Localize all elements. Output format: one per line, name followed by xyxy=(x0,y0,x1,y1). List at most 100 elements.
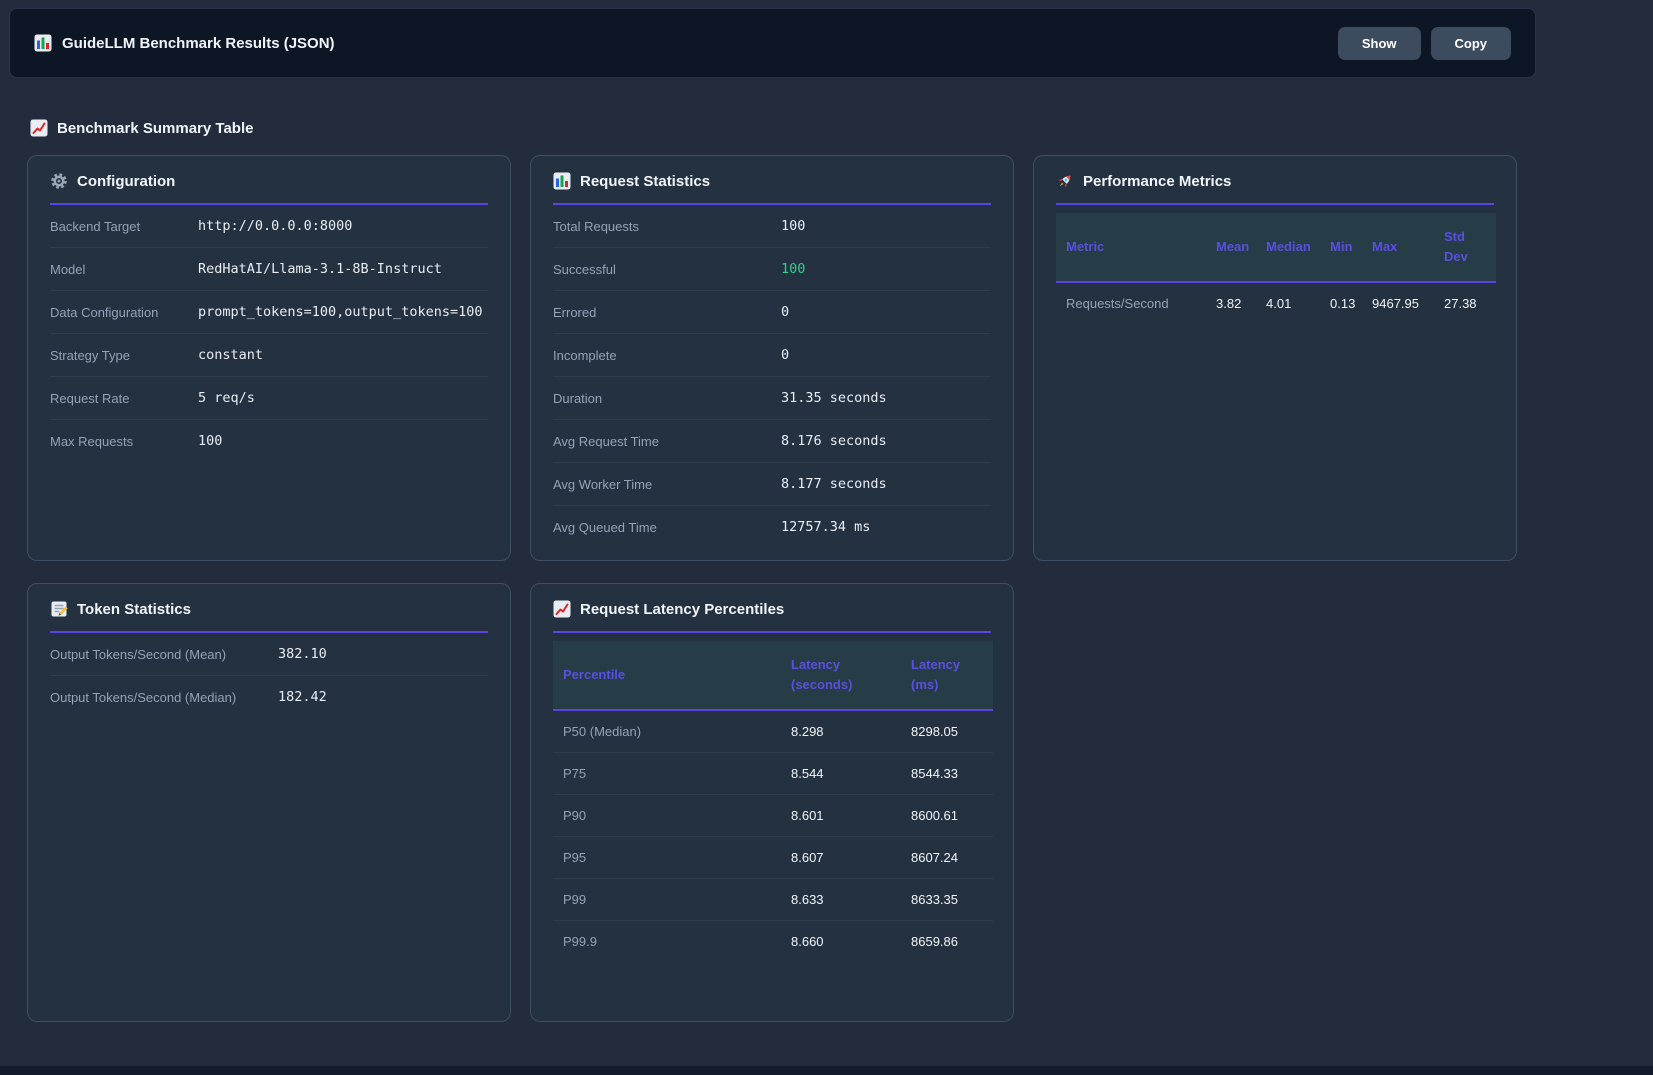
table-header-row: Percentile Latency (seconds) Latency (ms… xyxy=(553,641,993,710)
latency-ms-cell: 8607.24 xyxy=(901,837,993,879)
empty-grid-cell xyxy=(1033,583,1517,1022)
card-title: Request Latency Percentiles xyxy=(580,601,784,618)
card-title: Request Statistics xyxy=(580,173,710,190)
stat-label: Errored xyxy=(553,305,781,320)
token-statistics-card-header: Token Statistics xyxy=(50,600,488,633)
mean-cell: 3.82 xyxy=(1206,282,1256,324)
stat-label: Avg Request Time xyxy=(553,434,781,449)
stat-value-success: 100 xyxy=(781,261,805,277)
percentile-cell: P50 (Median) xyxy=(553,710,781,753)
latency-percentiles-card: Request Latency Percentiles Percentile L… xyxy=(530,583,1014,1022)
median-cell: 4.01 xyxy=(1256,282,1320,324)
column-header-percentile: Percentile xyxy=(553,641,781,710)
performance-metrics-card-header: Performance Metrics xyxy=(1056,172,1494,205)
table-row-p50: P50 (Median) 8.298 8298.05 xyxy=(553,710,993,753)
results-header-bar: GuideLLM Benchmark Results (JSON) Show C… xyxy=(9,8,1536,78)
card-title: Configuration xyxy=(77,173,175,190)
stat-value: RedHatAI/Llama-3.1-8B-Instruct xyxy=(198,261,442,277)
column-header-mean: Mean xyxy=(1206,213,1256,282)
stat-row-model: Model RedHatAI/Llama-3.1-8B-Instruct xyxy=(50,248,488,291)
request-statistics-card-header: Request Statistics xyxy=(553,172,991,205)
stat-value: constant xyxy=(198,347,263,363)
stat-row-data-configuration: Data Configuration prompt_tokens=100,out… xyxy=(50,291,488,334)
column-header-std-dev: Std Dev xyxy=(1434,213,1496,282)
stat-row-output-tokens-median: Output Tokens/Second (Median) 182.42 xyxy=(50,676,488,718)
gear-icon xyxy=(50,172,68,190)
metric-name-cell: Requests/Second xyxy=(1056,282,1206,324)
stat-row-avg-worker-time: Avg Worker Time 8.177 seconds xyxy=(553,463,991,506)
request-statistics-card: Request Statistics Total Requests 100 Su… xyxy=(530,155,1014,561)
stat-label: Strategy Type xyxy=(50,348,198,363)
stat-value: 0 xyxy=(781,347,789,363)
chart-increasing-icon xyxy=(553,600,571,618)
latency-seconds-cell: 8.607 xyxy=(781,837,901,879)
stat-row-duration: Duration 31.35 seconds xyxy=(553,377,991,420)
percentile-cell: P90 xyxy=(553,795,781,837)
stat-value: 31.35 seconds xyxy=(781,390,887,406)
latency-seconds-cell: 8.544 xyxy=(781,753,901,795)
performance-metrics-card: Performance Metrics Metric Mean Median M… xyxy=(1033,155,1517,561)
latency-seconds-cell: 8.298 xyxy=(781,710,901,753)
bottom-strip xyxy=(0,1066,1653,1075)
stat-value: 8.176 seconds xyxy=(781,433,887,449)
stat-label: Output Tokens/Second (Median) xyxy=(50,690,278,705)
latency-percentiles-table: Percentile Latency (seconds) Latency (ms… xyxy=(553,641,993,962)
stat-value: 100 xyxy=(198,433,222,449)
stat-label: Max Requests xyxy=(50,434,198,449)
bar-chart-icon xyxy=(553,172,571,190)
table-row-p95: P95 8.607 8607.24 xyxy=(553,837,993,879)
stat-value: 12757.34 ms xyxy=(781,519,870,535)
stat-value: 382.10 xyxy=(278,646,327,662)
memo-icon xyxy=(50,600,68,618)
stat-row-incomplete: Incomplete 0 xyxy=(553,334,991,377)
section-heading: Benchmark Summary Table xyxy=(30,119,253,137)
stat-label: Data Configuration xyxy=(50,305,198,320)
section-title: Benchmark Summary Table xyxy=(57,120,253,137)
column-header-metric: Metric xyxy=(1056,213,1206,282)
stat-value: http://0.0.0.0:8000 xyxy=(198,218,352,234)
bar-chart-icon xyxy=(34,34,52,52)
column-header-min: Min xyxy=(1320,213,1362,282)
stat-row-max-requests: Max Requests 100 xyxy=(50,420,488,462)
stat-row-avg-queued-time: Avg Queued Time 12757.34 ms xyxy=(553,506,991,548)
stat-label: Avg Worker Time xyxy=(553,477,781,492)
stat-row-successful: Successful 100 xyxy=(553,248,991,291)
token-statistics-card: Token Statistics Output Tokens/Second (M… xyxy=(27,583,511,1022)
latency-ms-cell: 8659.86 xyxy=(901,921,993,963)
std-dev-cell: 27.38 xyxy=(1434,282,1496,324)
page-title: GuideLLM Benchmark Results (JSON) xyxy=(62,35,335,52)
latency-ms-cell: 8298.05 xyxy=(901,710,993,753)
min-cell: 0.13 xyxy=(1320,282,1362,324)
card-title: Performance Metrics xyxy=(1083,173,1231,190)
copy-button[interactable]: Copy xyxy=(1431,27,1512,60)
latency-ms-cell: 8600.61 xyxy=(901,795,993,837)
table-header-row: Metric Mean Median Min Max Std Dev xyxy=(1056,213,1496,282)
latency-seconds-cell: 8.601 xyxy=(781,795,901,837)
stat-row-backend-target: Backend Target http://0.0.0.0:8000 xyxy=(50,205,488,248)
stat-value: 5 req/s xyxy=(198,390,255,406)
stat-label: Incomplete xyxy=(553,348,781,363)
latency-seconds-cell: 8.660 xyxy=(781,921,901,963)
column-header-max: Max xyxy=(1362,213,1434,282)
table-row-p99-9: P99.9 8.660 8659.86 xyxy=(553,921,993,963)
table-row-requests-per-second: Requests/Second 3.82 4.01 0.13 9467.95 2… xyxy=(1056,282,1496,324)
table-row-p75: P75 8.544 8544.33 xyxy=(553,753,993,795)
show-button[interactable]: Show xyxy=(1338,27,1421,60)
stat-value: 100 xyxy=(781,218,805,234)
card-title: Token Statistics xyxy=(77,601,191,618)
percentile-cell: P99 xyxy=(553,879,781,921)
stat-row-strategy-type: Strategy Type constant xyxy=(50,334,488,377)
stat-label: Model xyxy=(50,262,198,277)
percentile-cell: P75 xyxy=(553,753,781,795)
max-cell: 9467.95 xyxy=(1362,282,1434,324)
stat-label: Output Tokens/Second (Mean) xyxy=(50,647,278,662)
rocket-icon xyxy=(1056,172,1074,190)
stat-value: 182.42 xyxy=(278,689,327,705)
table-row-p99: P99 8.633 8633.35 xyxy=(553,879,993,921)
stat-row-request-rate: Request Rate 5 req/s xyxy=(50,377,488,420)
stat-label: Avg Queued Time xyxy=(553,520,781,535)
header-actions: Show Copy xyxy=(1338,27,1511,60)
stat-label: Total Requests xyxy=(553,219,781,234)
table-row-p90: P90 8.601 8600.61 xyxy=(553,795,993,837)
stat-row-output-tokens-mean: Output Tokens/Second (Mean) 382.10 xyxy=(50,633,488,676)
